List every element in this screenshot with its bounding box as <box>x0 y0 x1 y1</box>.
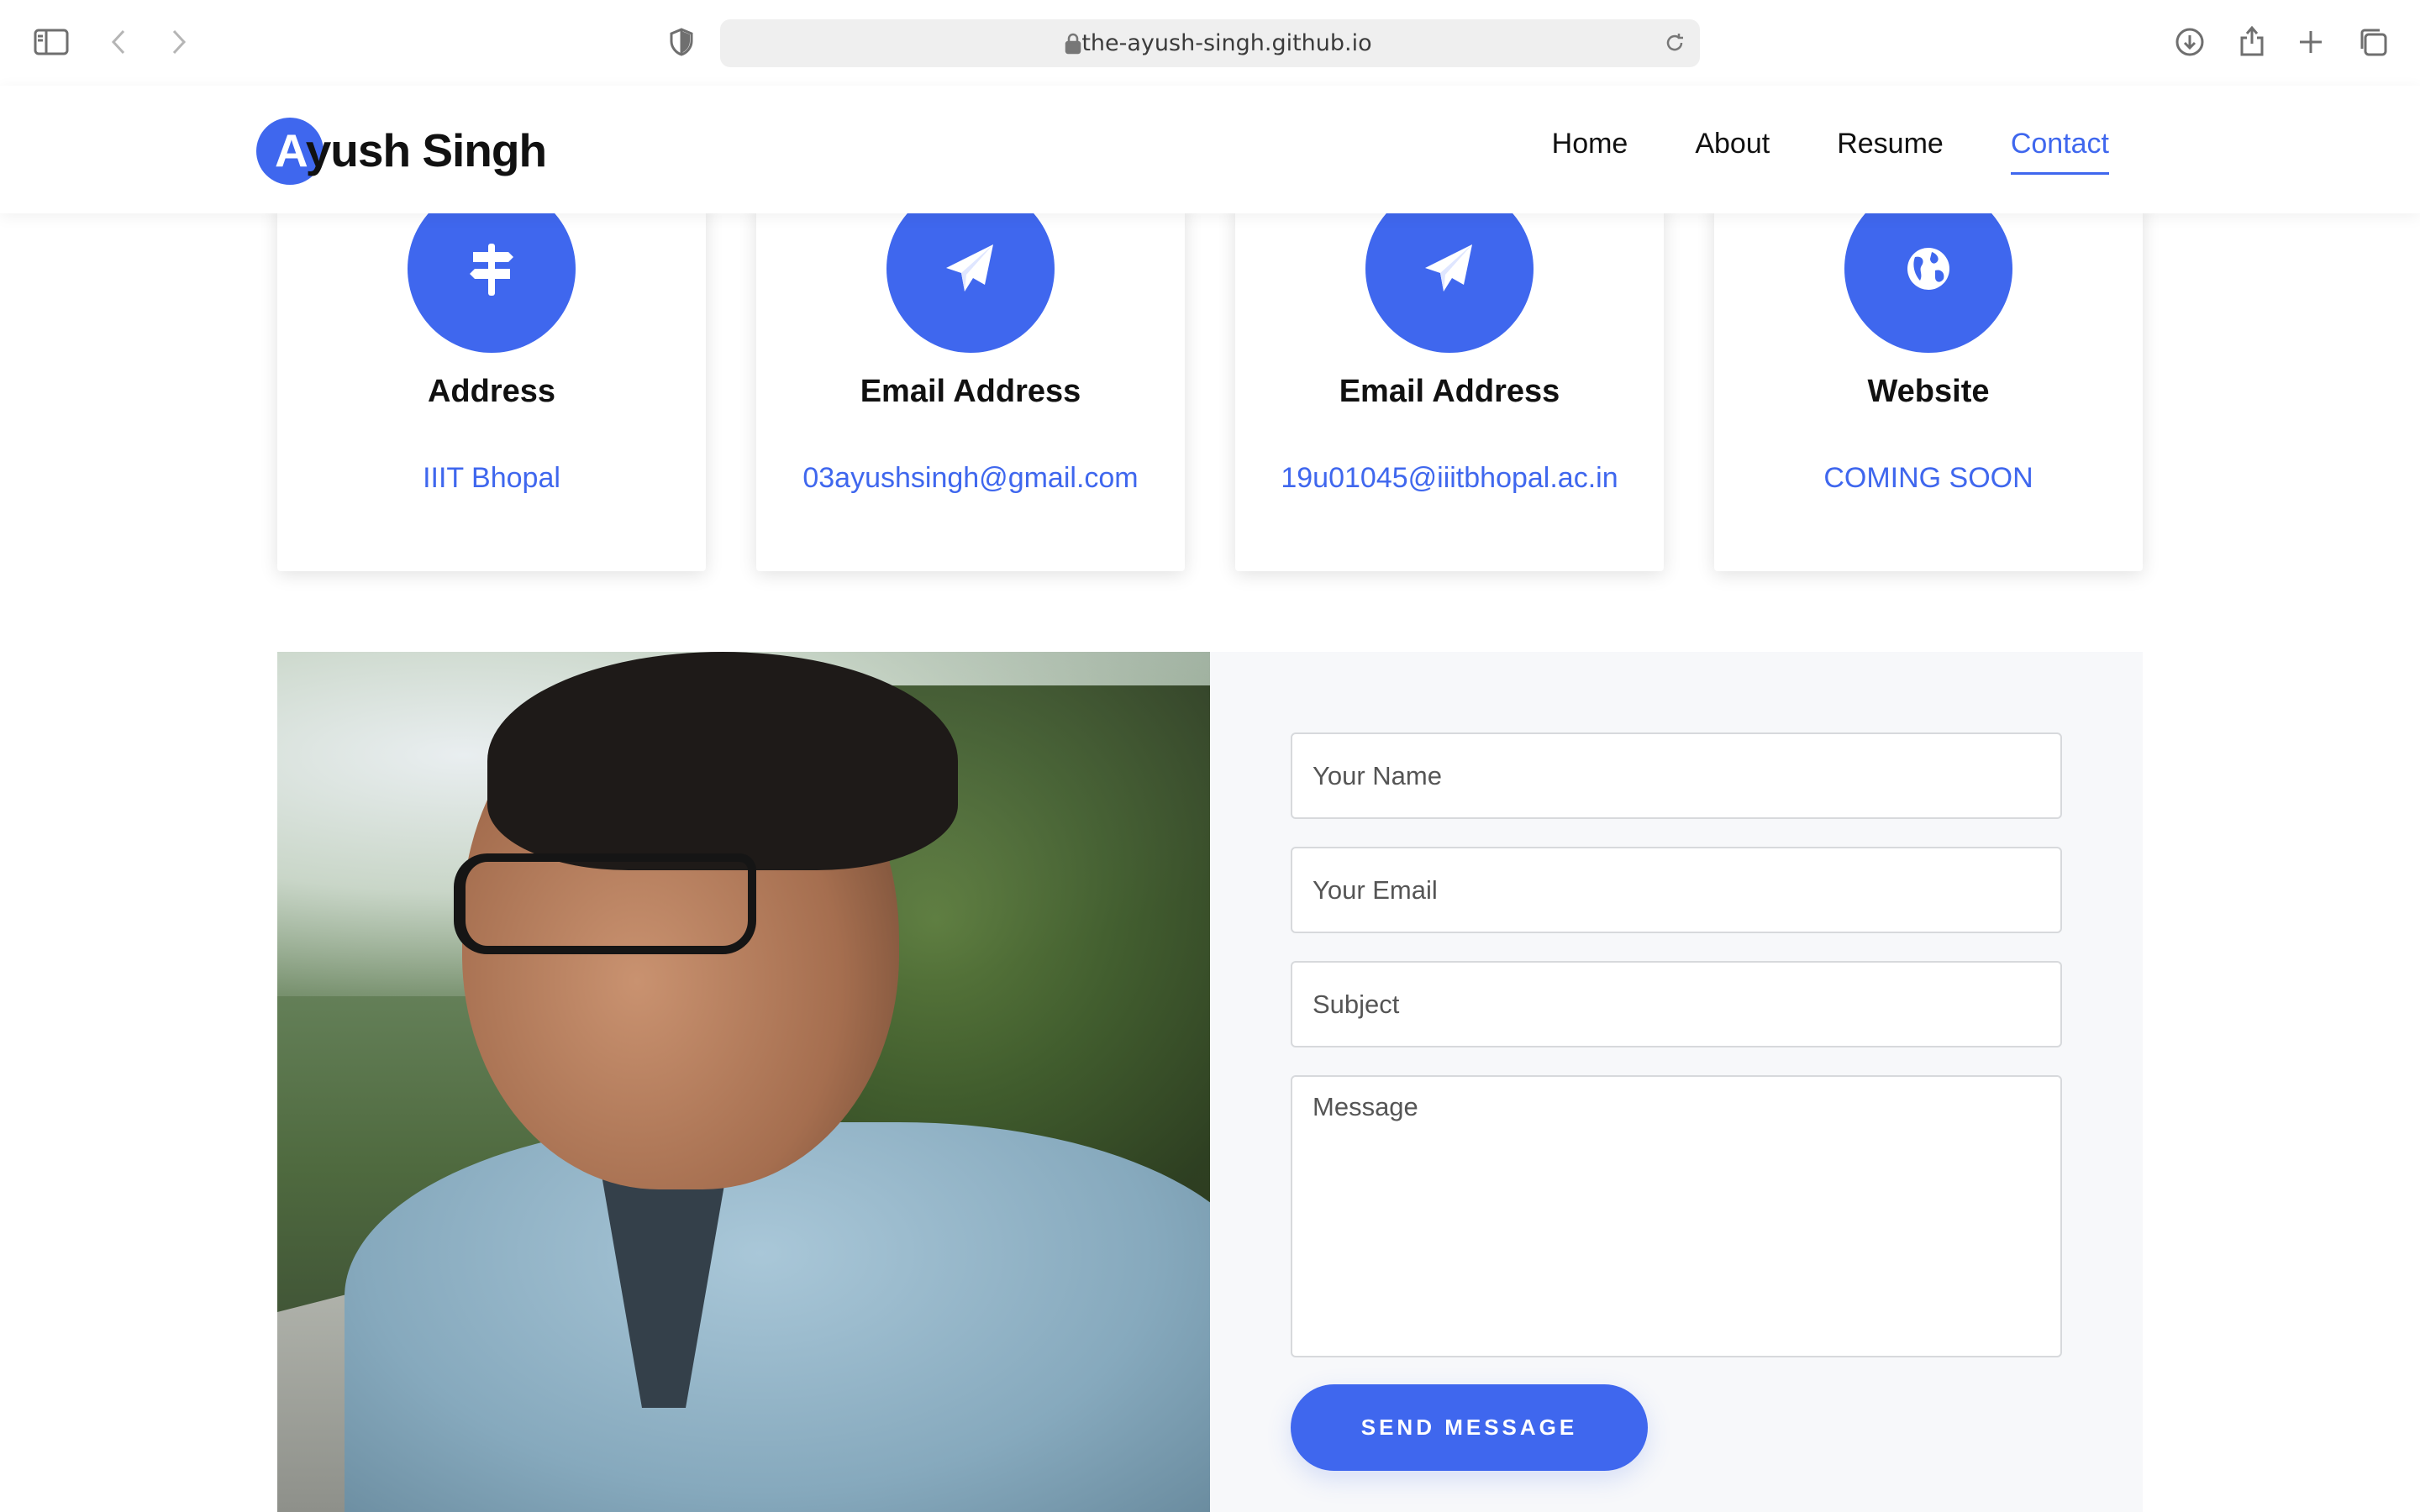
card-value[interactable]: 03ayushsingh@gmail.com <box>756 462 1185 495</box>
logo-text: Ayush Singh <box>275 124 547 176</box>
nav-home[interactable]: Home <box>1552 128 1628 175</box>
back-icon[interactable] <box>104 25 133 59</box>
downloads-icon[interactable] <box>2173 25 2207 59</box>
email-card-1: Email Address 03ayushsingh@gmail.com <box>756 185 1185 571</box>
email-input[interactable]: Your Email <box>1291 847 2062 933</box>
card-value[interactable]: IIIT Bhopal <box>277 462 706 495</box>
card-title: Email Address <box>1339 374 1560 409</box>
privacy-shield-icon[interactable] <box>666 27 697 57</box>
subject-input[interactable]: Subject <box>1291 961 2062 1047</box>
site-logo[interactable]: Ayush Singh <box>256 116 547 185</box>
nav-contact[interactable]: Contact <box>2010 128 2109 175</box>
forward-icon[interactable] <box>165 25 193 59</box>
email-card-2: Email Address 19u01045@iiitbhopal.ac.in <box>1235 185 1664 571</box>
contact-form: Your Name Your Email Subject Message SEN… <box>1210 652 2143 1512</box>
card-title: Address <box>427 374 556 409</box>
url-text: the-ayush-singh.github.io <box>1081 30 1372 56</box>
nav-resume[interactable]: Resume <box>1837 128 1944 175</box>
tab-overview-icon[interactable] <box>2356 25 2390 59</box>
card-title: Email Address <box>860 374 1081 409</box>
profile-photo <box>277 652 1210 1512</box>
name-input[interactable]: Your Name <box>1291 732 2062 819</box>
card-value[interactable]: COMING SOON <box>1714 462 2143 495</box>
sidebar-toggle-icon[interactable] <box>32 25 71 59</box>
nav-about[interactable]: About <box>1695 128 1770 175</box>
site-header: Ayush Singh Home About Resume Contact <box>0 86 2420 213</box>
browser-toolbar: the-ayush-singh.github.io <box>0 0 2420 86</box>
website-card: Website COMING SOON <box>1714 185 2143 571</box>
address-card: Address IIIT Bhopal <box>277 185 706 571</box>
contact-info-cards: Address IIIT Bhopal Email Address 03ayus… <box>277 168 2143 571</box>
new-tab-icon[interactable] <box>2294 25 2328 59</box>
address-bar[interactable]: the-ayush-singh.github.io <box>720 19 1700 67</box>
card-value[interactable]: 19u01045@iiitbhopal.ac.in <box>1235 462 1664 495</box>
share-icon[interactable] <box>2235 22 2269 59</box>
card-title: Website <box>1867 374 1990 409</box>
message-textarea[interactable]: Message <box>1291 1075 2062 1357</box>
reload-icon[interactable] <box>1663 31 1686 55</box>
main-nav: Home About Resume Contact <box>1552 128 2109 175</box>
send-message-button[interactable]: SEND MESSAGE <box>1291 1384 1648 1471</box>
